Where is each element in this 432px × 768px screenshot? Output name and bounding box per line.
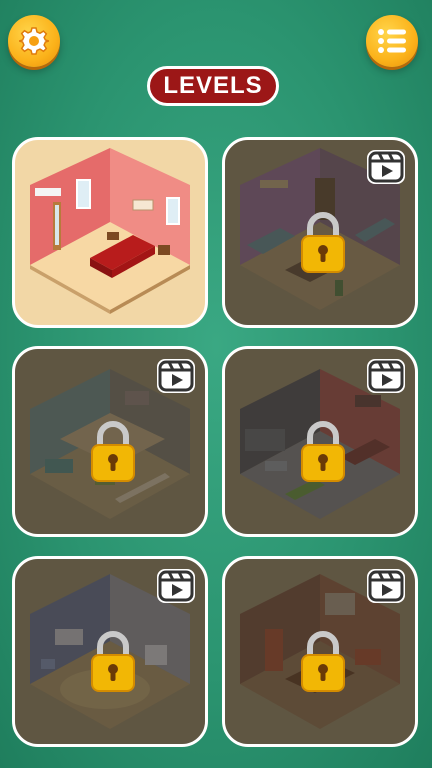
level-card-5[interactable] bbox=[12, 556, 208, 747]
bedroom-scene-image bbox=[30, 148, 190, 314]
list-menu-icon bbox=[378, 29, 406, 53]
menu-button[interactable] bbox=[366, 15, 418, 67]
padlock-icon bbox=[91, 421, 135, 482]
level-card-4[interactable] bbox=[222, 346, 418, 537]
level-card-3[interactable] bbox=[12, 346, 208, 537]
reel-play-icon[interactable] bbox=[157, 569, 195, 603]
reel-play-icon[interactable] bbox=[157, 359, 195, 393]
reel-play-icon[interactable] bbox=[367, 150, 405, 184]
padlock-icon bbox=[301, 212, 345, 273]
level-card-2[interactable] bbox=[222, 137, 418, 328]
level-card-1[interactable] bbox=[12, 137, 208, 328]
padlock-icon bbox=[301, 631, 345, 692]
reel-play-icon[interactable] bbox=[367, 359, 405, 393]
level-card-6[interactable] bbox=[222, 556, 418, 747]
page-title: LEVELS bbox=[147, 66, 279, 106]
settings-button[interactable] bbox=[8, 15, 60, 67]
padlock-icon bbox=[301, 421, 345, 482]
padlock-icon bbox=[91, 631, 135, 692]
gear-icon bbox=[19, 27, 49, 55]
reel-play-icon[interactable] bbox=[367, 569, 405, 603]
